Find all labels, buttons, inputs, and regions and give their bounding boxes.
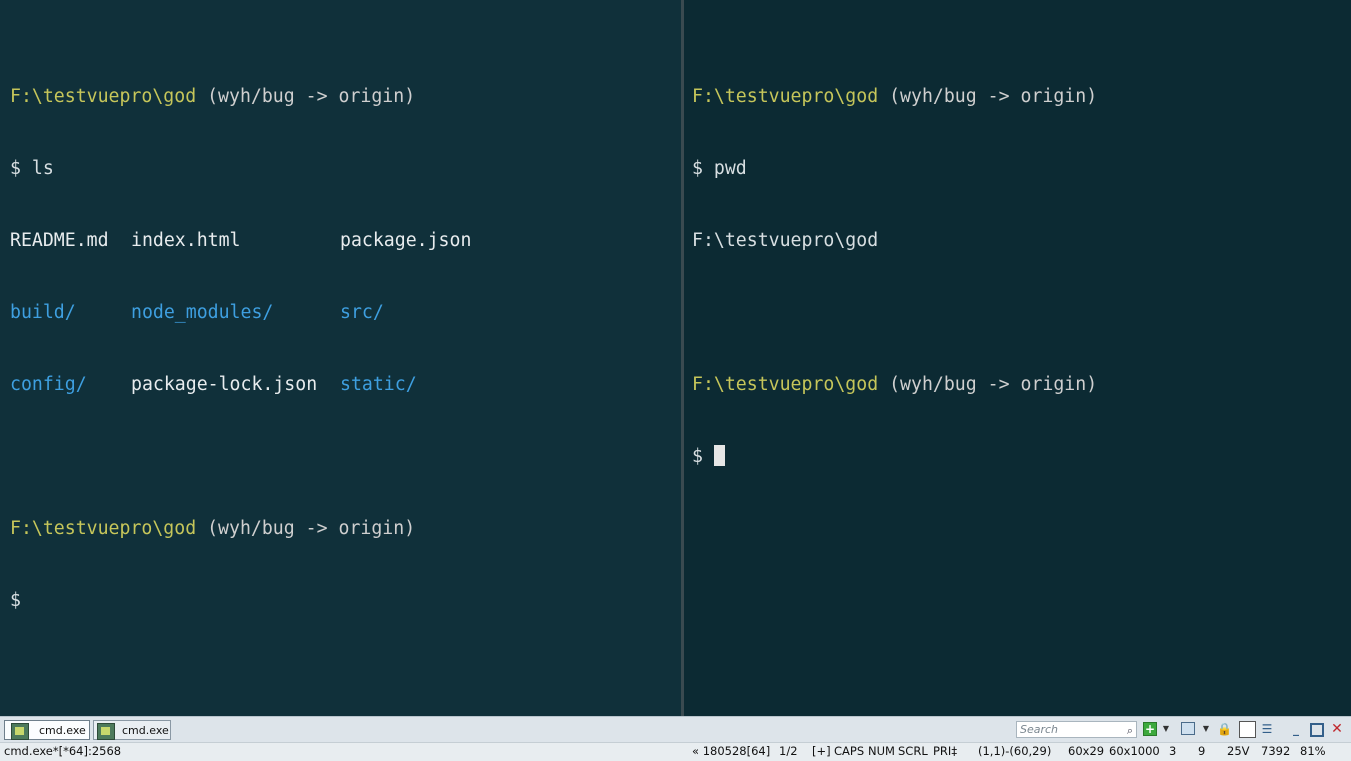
- prompt-path: F:\testvuepro\god: [10, 86, 197, 107]
- tab-cmd-1[interactable]: cmd.exe: [4, 720, 90, 740]
- prompt-path: F:\testvuepro\god: [10, 518, 197, 539]
- status-caps: CAPS: [834, 744, 865, 758]
- status-plus: [+]: [812, 744, 831, 758]
- status-value: 25V: [1227, 744, 1250, 758]
- split-view-icon[interactable]: [1239, 721, 1256, 738]
- chevron-down-icon[interactable]: ▼: [1199, 722, 1213, 736]
- search-placeholder: Search: [1020, 723, 1059, 736]
- search-input[interactable]: Search ⌕: [1016, 721, 1137, 738]
- prompt-line: F:\testvuepro\god (wyh/bug -> origin): [692, 85, 1097, 109]
- status-size: 60x29: [1068, 744, 1105, 758]
- console-icon: [11, 723, 29, 740]
- ls-row: config/package-lock.json static/: [10, 373, 471, 397]
- ls-entry-dir: static/: [340, 374, 417, 395]
- terminal-pane-right[interactable]: F:\testvuepro\god (wyh/bug -> origin) $ …: [684, 0, 1351, 716]
- close-icon[interactable]: ✕: [1330, 722, 1344, 736]
- prompt-symbol: $: [692, 446, 714, 467]
- prompt-path: F:\testvuepro\god: [692, 86, 879, 107]
- prompt-symbol: $: [10, 590, 21, 611]
- lock-icon[interactable]: 🔒: [1217, 722, 1232, 736]
- status-value: 3: [1169, 744, 1177, 758]
- ls-entry-file: package.json: [340, 230, 472, 251]
- ls-entry-dir: build/: [10, 302, 76, 323]
- status-scrl: SCRL: [898, 744, 928, 758]
- ls-entry-file: README.md: [10, 230, 109, 251]
- status-value: 7392: [1261, 744, 1291, 758]
- status-pid: « 180528[64]: [692, 744, 771, 758]
- ls-entry-dir: node_modules/: [131, 302, 274, 323]
- ls-row: README.md index.html package.json: [10, 229, 471, 253]
- tab-label: cmd.exe: [122, 724, 169, 737]
- status-percent: 81%: [1300, 744, 1326, 758]
- status-pane: 1/2: [779, 744, 798, 758]
- prompt-line: F:\testvuepro\god (wyh/bug -> origin): [10, 85, 471, 109]
- command-line: $ ls: [10, 158, 54, 179]
- input-line[interactable]: $: [692, 445, 1097, 469]
- status-num: NUM: [868, 744, 895, 758]
- search-icon[interactable]: ⌕: [1127, 723, 1133, 738]
- tab-label: cmd.exe: [39, 724, 86, 737]
- status-buffer-size: 60x1000: [1109, 744, 1160, 758]
- prompt-branch: (wyh/bug -> origin): [878, 374, 1098, 395]
- prompt-branch: (wyh/bug -> origin): [878, 86, 1098, 107]
- tab-cmd-2[interactable]: cmd.exe: [93, 720, 171, 740]
- status-selection: (1,1)-(60,29): [978, 744, 1052, 758]
- chevron-down-icon[interactable]: ▼: [1159, 722, 1173, 736]
- console-icon: [97, 723, 115, 740]
- maximize-icon[interactable]: [1310, 723, 1324, 737]
- command-output: F:\testvuepro\god: [692, 230, 879, 251]
- new-console-icon[interactable]: +: [1143, 722, 1157, 736]
- window-icon[interactable]: [1181, 722, 1195, 735]
- command-line: $ pwd: [692, 158, 747, 179]
- terminal-output-left: F:\testvuepro\god (wyh/bug -> origin) $ …: [10, 37, 471, 661]
- prompt-branch: (wyh/bug -> origin): [196, 518, 416, 539]
- text-cursor: [713, 445, 725, 466]
- input-line[interactable]: $: [10, 589, 471, 613]
- status-pri: PRI‡: [933, 744, 958, 758]
- terminal-output-right: F:\testvuepro\god (wyh/bug -> origin) $ …: [692, 37, 1097, 517]
- status-process: cmd.exe*[*64]:2568: [4, 744, 122, 758]
- prompt-path: F:\testvuepro\god: [692, 374, 879, 395]
- prompt-line: F:\testvuepro\god (wyh/bug -> origin): [692, 373, 1097, 397]
- minimize-icon[interactable]: _: [1289, 722, 1303, 736]
- terminal-pane-left[interactable]: F:\testvuepro\god (wyh/bug -> origin) $ …: [0, 0, 681, 716]
- prompt-branch: (wyh/bug -> origin): [196, 86, 416, 107]
- ls-row: build/node_modules/src/: [10, 301, 471, 325]
- prompt-line: F:\testvuepro\god (wyh/bug -> origin): [10, 517, 471, 541]
- status-bar: cmd.exe*[*64]:2568 « 180528[64] 1/2 [+] …: [0, 742, 1351, 761]
- ls-entry-file: index.html: [131, 230, 241, 251]
- ls-entry-file: package-lock.json: [131, 374, 318, 395]
- menu-icon[interactable]: ☰: [1260, 722, 1274, 736]
- ls-entry-dir: config/: [10, 374, 87, 395]
- tab-bar: cmd.exe cmd.exe Search ⌕ + ▼ ▼ 🔒 ☰ _ ✕: [0, 716, 1351, 743]
- status-value: 9: [1198, 744, 1206, 758]
- ls-entry-dir: src/: [340, 302, 384, 323]
